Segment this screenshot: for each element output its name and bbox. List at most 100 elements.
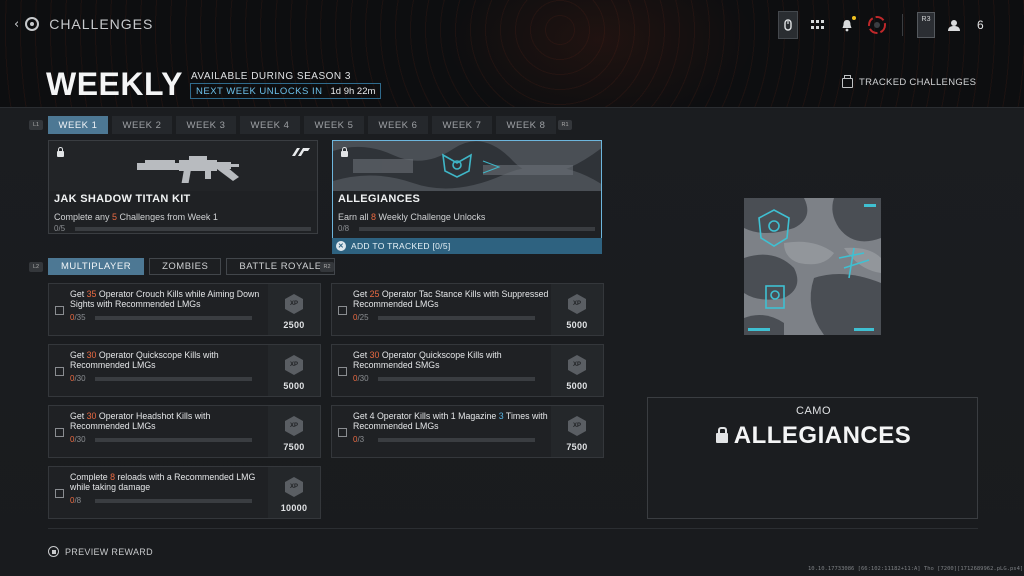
- challenge-card[interactable]: Get 30 Operator Quickscope Kills with Re…: [331, 344, 604, 397]
- reward-progress-bar: [359, 227, 595, 231]
- tab-week-6[interactable]: WEEK 6: [368, 116, 428, 134]
- tracked-challenges-button[interactable]: TRACKED CHALLENGES: [842, 74, 977, 88]
- reward-name: JAK SHADOW TITAN KIT: [54, 193, 191, 205]
- challenge-text: Get 30 Operator Headshot Kills with Reco…: [70, 411, 211, 431]
- tab-week-3[interactable]: WEEK 3: [176, 116, 236, 134]
- headset-status-icon[interactable]: [866, 14, 888, 36]
- reward-description: Complete any 5 Challenges from Week 1: [54, 212, 218, 222]
- challenge-progress-bar: [95, 316, 252, 320]
- xp-reward: XP 7500: [551, 406, 603, 457]
- tab-multiplayer[interactable]: MULTIPLAYER: [48, 258, 145, 275]
- challenge-progress-bar: [378, 377, 535, 381]
- add-to-tracked-button[interactable]: ✕ ADD TO TRACKED [0/5]: [332, 238, 602, 254]
- camo-preview-image: [744, 198, 881, 335]
- tab-week-7[interactable]: WEEK 7: [432, 116, 492, 134]
- challenge-progress-text: 0/3: [353, 435, 365, 444]
- page-title: WEEKLY: [46, 66, 183, 102]
- mode-tabs: MULTIPLAYER ZOMBIES BATTLE ROYALE: [48, 258, 335, 275]
- challenge-card[interactable]: Get 30 Operator Quickscope Kills with Re…: [48, 344, 321, 397]
- track-checkbox[interactable]: [338, 367, 347, 376]
- xp-reward: XP 2500: [268, 284, 320, 335]
- challenge-progress-text: 0/30: [70, 435, 86, 444]
- lock-icon: [715, 427, 728, 443]
- party-count: 6: [977, 18, 984, 32]
- breadcrumb[interactable]: ‹ CHALLENGES: [14, 16, 153, 32]
- xp-value: 5000: [566, 381, 588, 391]
- tab-battle-royale[interactable]: BATTLE ROYALE: [226, 258, 335, 275]
- x-button-icon: ✕: [336, 241, 346, 251]
- tab-week-4[interactable]: WEEK 4: [240, 116, 300, 134]
- reward-card-camo[interactable]: ALLEGIANCES Earn all 8 Weekly Challenge …: [332, 140, 602, 254]
- toolbar-divider: [902, 14, 903, 36]
- chevron-left-icon[interactable]: ‹: [14, 17, 19, 32]
- challenge-card[interactable]: Get 35 Operator Crouch Kills while Aimin…: [48, 283, 321, 336]
- track-checkbox[interactable]: [338, 428, 347, 437]
- xp-badge-icon: XP: [568, 294, 586, 314]
- reward-name: ALLEGIANCES: [338, 193, 421, 205]
- challenge-card[interactable]: Complete 8 reloads with a Recommended LM…: [48, 466, 321, 519]
- xp-reward: XP 7500: [268, 406, 320, 457]
- reward-art: [333, 141, 601, 191]
- rifle-icon: [137, 156, 239, 183]
- party-icon[interactable]: [943, 14, 965, 36]
- preview-reward-button[interactable]: PREVIEW REWARD: [48, 546, 153, 557]
- track-checkbox[interactable]: [338, 306, 347, 315]
- tab-week-5[interactable]: WEEK 5: [304, 116, 364, 134]
- track-checkbox[interactable]: [55, 428, 64, 437]
- notifications-bell-icon[interactable]: [836, 14, 858, 36]
- reward-progress-text: 0/8: [338, 224, 350, 233]
- challenge-card[interactable]: Get 30 Operator Headshot Kills with Reco…: [48, 405, 321, 458]
- xp-reward: XP 5000: [551, 345, 603, 396]
- reward-detail-panel: CAMO ALLEGIANCES: [647, 397, 978, 519]
- r1-bumper-hint: R1: [558, 120, 572, 130]
- reward-progress-bar: [75, 227, 311, 231]
- challenge-progress-bar: [378, 438, 535, 442]
- challenge-text: Get 30 Operator Quickscope Kills with Re…: [353, 350, 502, 370]
- reward-card-weapon-kit[interactable]: JAK SHADOW TITAN KIT Complete any 5 Chal…: [48, 140, 318, 234]
- top-right-bar: R3 6: [778, 10, 984, 40]
- challenge-card[interactable]: Get 25 Operator Tac Stance Kills with Su…: [331, 283, 604, 336]
- challenge-progress-text: 0/25: [353, 313, 369, 322]
- xp-reward: XP 5000: [551, 284, 603, 335]
- briefcase-icon: [842, 74, 853, 88]
- track-checkbox[interactable]: [55, 306, 64, 315]
- breadcrumb-label: CHALLENGES: [49, 16, 154, 32]
- challenge-progress-text: 0/30: [70, 374, 86, 383]
- camo-pattern-icon: [333, 141, 601, 191]
- tracked-challenges-label: TRACKED CHALLENGES: [859, 77, 977, 88]
- reward-art: [49, 141, 317, 191]
- challenge-progress-bar: [378, 316, 535, 320]
- next-unlock-label: NEXT WEEK UNLOCKS IN: [196, 85, 323, 97]
- footer-divider: [48, 528, 978, 529]
- challenge-progress-bar: [95, 438, 252, 442]
- xp-badge-icon: XP: [568, 355, 586, 375]
- grid-menu-icon[interactable]: [806, 14, 828, 36]
- reward-progress-text: 0/5: [54, 224, 66, 233]
- lock-icon: [341, 147, 348, 157]
- reward-description: Earn all 8 Weekly Challenge Unlocks: [338, 212, 486, 222]
- tab-zombies[interactable]: ZOMBIES: [149, 258, 222, 275]
- xp-value: 2500: [283, 320, 305, 330]
- xp-value: 10000: [280, 503, 308, 513]
- xp-badge-icon: XP: [285, 416, 303, 436]
- back-button-icon[interactable]: [25, 17, 40, 31]
- xp-value: 7500: [566, 442, 588, 452]
- challenge-text: Get 30 Operator Quickscope Kills with Re…: [70, 350, 219, 370]
- track-checkbox[interactable]: [55, 367, 64, 376]
- challenge-text: Get 4 Operator Kills with 1 Magazine 3 T…: [353, 411, 548, 431]
- challenge-text: Get 35 Operator Crouch Kills while Aimin…: [70, 289, 260, 309]
- controller-icon[interactable]: [778, 11, 798, 39]
- track-checkbox[interactable]: [55, 489, 64, 498]
- xp-badge-icon: XP: [285, 294, 303, 314]
- challenge-progress-bar: [95, 499, 252, 503]
- challenge-card[interactable]: Get 4 Operator Kills with 1 Magazine 3 T…: [331, 405, 604, 458]
- tab-week-8[interactable]: WEEK 8: [496, 116, 556, 134]
- notification-dot: [852, 16, 856, 20]
- preview-reward-label: PREVIEW REWARD: [65, 546, 153, 557]
- lock-icon: [57, 147, 64, 157]
- tab-week-1[interactable]: WEEK 1: [48, 116, 108, 134]
- square-button-icon: [48, 546, 59, 557]
- tab-week-2[interactable]: WEEK 2: [112, 116, 172, 134]
- add-to-tracked-label: ADD TO TRACKED [0/5]: [351, 241, 451, 251]
- xp-badge-icon: XP: [568, 416, 586, 436]
